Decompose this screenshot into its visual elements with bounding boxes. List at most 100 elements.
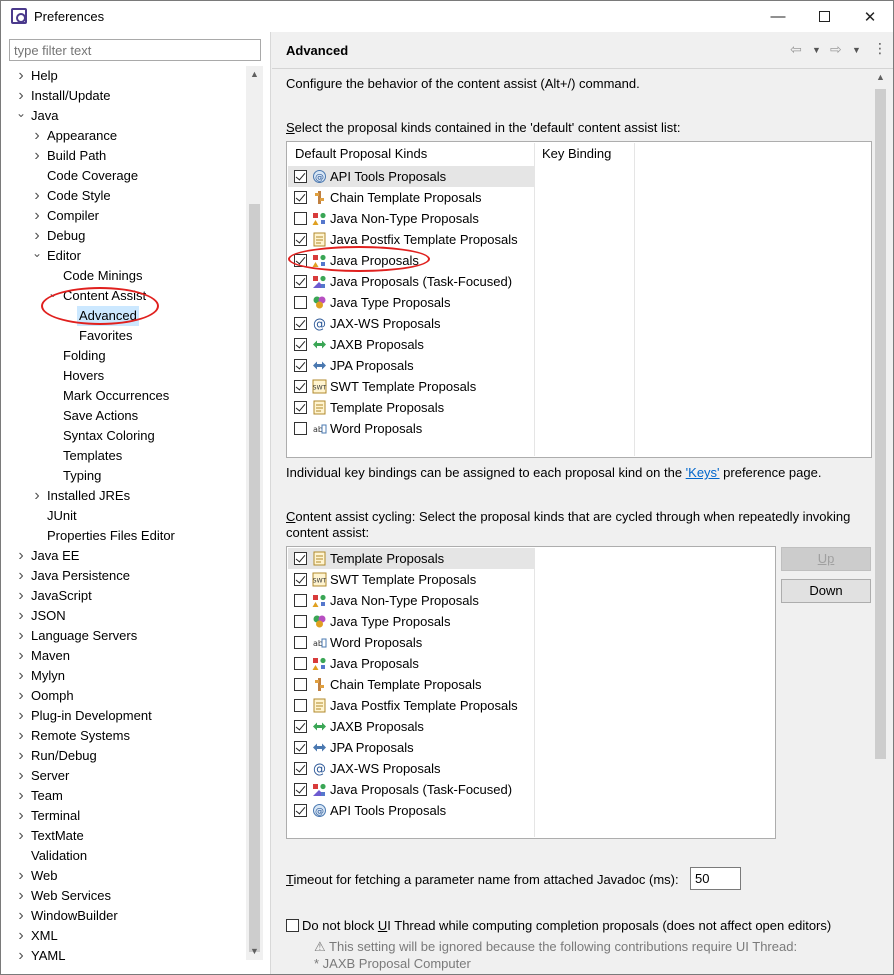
proposal-row[interactable]: Template Proposals bbox=[288, 548, 534, 569]
tree-item-appearance[interactable]: › Appearance bbox=[1, 126, 245, 146]
chevron-right-icon[interactable]: › bbox=[15, 566, 27, 586]
proposal-checkbox[interactable] bbox=[294, 741, 307, 754]
tree-item-junit[interactable]: JUnit bbox=[1, 506, 245, 526]
chevron-right-icon[interactable]: › bbox=[15, 726, 27, 746]
proposal-row[interactable]: @ JAX-WS Proposals bbox=[288, 758, 534, 779]
page-scrollbar[interactable]: ▲ bbox=[872, 69, 889, 974]
chevron-right-icon[interactable]: › bbox=[15, 626, 27, 646]
column-divider[interactable] bbox=[634, 143, 635, 456]
chevron-down-icon[interactable]: ⌄ bbox=[15, 106, 27, 126]
scroll-up-icon[interactable]: ▲ bbox=[246, 66, 263, 83]
tree-item-favorites[interactable]: Favorites bbox=[1, 326, 245, 346]
chevron-right-icon[interactable]: › bbox=[15, 906, 27, 926]
forward-dropdown-icon[interactable]: ▼ bbox=[852, 45, 861, 55]
tree-item-yaml[interactable]: › YAML bbox=[1, 946, 245, 966]
chevron-right-icon[interactable]: › bbox=[15, 706, 27, 726]
column-header-key-binding[interactable]: Key Binding bbox=[542, 146, 611, 161]
proposal-row[interactable]: JPA Proposals bbox=[288, 355, 534, 376]
tree-item-help[interactable]: › Help bbox=[1, 66, 245, 86]
proposal-checkbox[interactable] bbox=[294, 170, 307, 183]
proposal-row[interactable]: Chain Template Proposals bbox=[288, 674, 534, 695]
maximize-button[interactable] bbox=[801, 1, 847, 32]
proposal-checkbox[interactable] bbox=[294, 212, 307, 225]
proposal-row[interactable]: Template Proposals bbox=[288, 397, 534, 418]
tree-item-remote-systems[interactable]: › Remote Systems bbox=[1, 726, 245, 746]
chevron-right-icon[interactable]: › bbox=[15, 606, 27, 626]
proposal-checkbox[interactable] bbox=[294, 338, 307, 351]
tree-item-install-update[interactable]: › Install/Update bbox=[1, 86, 245, 106]
tree-item-code-minings[interactable]: Code Minings bbox=[1, 266, 245, 286]
column-divider[interactable] bbox=[534, 548, 535, 837]
tree-item-save-actions[interactable]: Save Actions bbox=[1, 406, 245, 426]
chevron-right-icon[interactable]: › bbox=[15, 86, 27, 106]
proposal-checkbox[interactable] bbox=[294, 552, 307, 565]
tree-item-code-coverage[interactable]: Code Coverage bbox=[1, 166, 245, 186]
proposal-checkbox[interactable] bbox=[294, 615, 307, 628]
chevron-right-icon[interactable]: › bbox=[15, 666, 27, 686]
chevron-right-icon[interactable]: › bbox=[15, 786, 27, 806]
proposal-checkbox[interactable] bbox=[294, 699, 307, 712]
chevron-right-icon[interactable]: › bbox=[15, 826, 27, 846]
column-divider[interactable] bbox=[534, 143, 535, 456]
tree-item-editor[interactable]: ⌄ Editor bbox=[1, 246, 245, 266]
tree-item-server[interactable]: › Server bbox=[1, 766, 245, 786]
tree-item-xml[interactable]: › XML bbox=[1, 926, 245, 946]
page-scroll-thumb[interactable] bbox=[875, 89, 886, 759]
chevron-down-icon[interactable]: ⌄ bbox=[31, 246, 43, 266]
proposal-row[interactable]: Chain Template Proposals bbox=[288, 187, 534, 208]
tree-item-templates[interactable]: Templates bbox=[1, 446, 245, 466]
proposal-row[interactable]: @ API Tools Proposals bbox=[288, 166, 534, 187]
proposal-row[interactable]: ab Word Proposals bbox=[288, 418, 534, 439]
tree-item-typing[interactable]: Typing bbox=[1, 466, 245, 486]
proposal-checkbox[interactable] bbox=[294, 191, 307, 204]
chevron-right-icon[interactable]: › bbox=[15, 586, 27, 606]
proposal-checkbox[interactable] bbox=[294, 657, 307, 670]
tree-item-properties-files-editor[interactable]: Properties Files Editor bbox=[1, 526, 245, 546]
tree-item-json[interactable]: › JSON bbox=[1, 606, 245, 626]
tree-item-code-style[interactable]: › Code Style bbox=[1, 186, 245, 206]
tree-item-mylyn[interactable]: › Mylyn bbox=[1, 666, 245, 686]
proposal-row[interactable]: Java Postfix Template Proposals bbox=[288, 695, 534, 716]
view-menu-icon[interactable]: ⋮ bbox=[873, 40, 887, 57]
chevron-right-icon[interactable]: › bbox=[15, 926, 27, 946]
proposal-row[interactable]: JPA Proposals bbox=[288, 737, 534, 758]
chevron-right-icon[interactable]: › bbox=[15, 766, 27, 786]
chevron-right-icon[interactable]: › bbox=[15, 946, 27, 966]
proposal-checkbox[interactable] bbox=[294, 275, 307, 288]
chevron-right-icon[interactable]: › bbox=[31, 206, 43, 226]
proposal-checkbox[interactable] bbox=[294, 573, 307, 586]
tree-item-debug[interactable]: › Debug bbox=[1, 226, 245, 246]
forward-icon[interactable]: ⇨ bbox=[830, 41, 842, 58]
chevron-right-icon[interactable]: › bbox=[31, 146, 43, 166]
down-button[interactable]: Down bbox=[781, 579, 871, 603]
no-block-ui-checkbox[interactable] bbox=[286, 919, 299, 932]
proposal-row[interactable]: Java Type Proposals bbox=[288, 611, 534, 632]
timeout-input[interactable] bbox=[690, 867, 741, 890]
tree-scroll-thumb[interactable] bbox=[249, 204, 260, 952]
keys-link[interactable]: 'Keys' bbox=[686, 465, 720, 480]
tree-scrollbar[interactable]: ▲ ▼ bbox=[246, 66, 263, 960]
tree-item-compiler[interactable]: › Compiler bbox=[1, 206, 245, 226]
proposal-checkbox[interactable] bbox=[294, 233, 307, 246]
proposal-row[interactable]: Java Non-Type Proposals bbox=[288, 590, 534, 611]
proposal-checkbox[interactable] bbox=[294, 380, 307, 393]
tree-item-installed-jres[interactable]: › Installed JREs bbox=[1, 486, 245, 506]
proposal-row[interactable]: @ API Tools Proposals bbox=[288, 800, 534, 821]
chevron-right-icon[interactable]: › bbox=[15, 806, 27, 826]
minimize-button[interactable]: — bbox=[755, 1, 801, 32]
chevron-right-icon[interactable]: › bbox=[15, 646, 27, 666]
tree-item-web[interactable]: › Web bbox=[1, 866, 245, 886]
proposal-checkbox[interactable] bbox=[294, 317, 307, 330]
proposal-checkbox[interactable] bbox=[294, 783, 307, 796]
chevron-right-icon[interactable]: › bbox=[31, 486, 43, 506]
tree-item-plug-in-development[interactable]: › Plug-in Development bbox=[1, 706, 245, 726]
filter-input[interactable] bbox=[9, 39, 261, 61]
chevron-right-icon[interactable]: › bbox=[15, 546, 27, 566]
proposal-checkbox[interactable] bbox=[294, 636, 307, 649]
tree-item-hovers[interactable]: Hovers bbox=[1, 366, 245, 386]
back-dropdown-icon[interactable]: ▼ bbox=[812, 45, 821, 55]
column-header-kinds[interactable]: Default Proposal Kinds bbox=[295, 146, 427, 161]
proposal-checkbox[interactable] bbox=[294, 762, 307, 775]
proposal-row[interactable]: Java Type Proposals bbox=[288, 292, 534, 313]
proposal-checkbox[interactable] bbox=[294, 720, 307, 733]
